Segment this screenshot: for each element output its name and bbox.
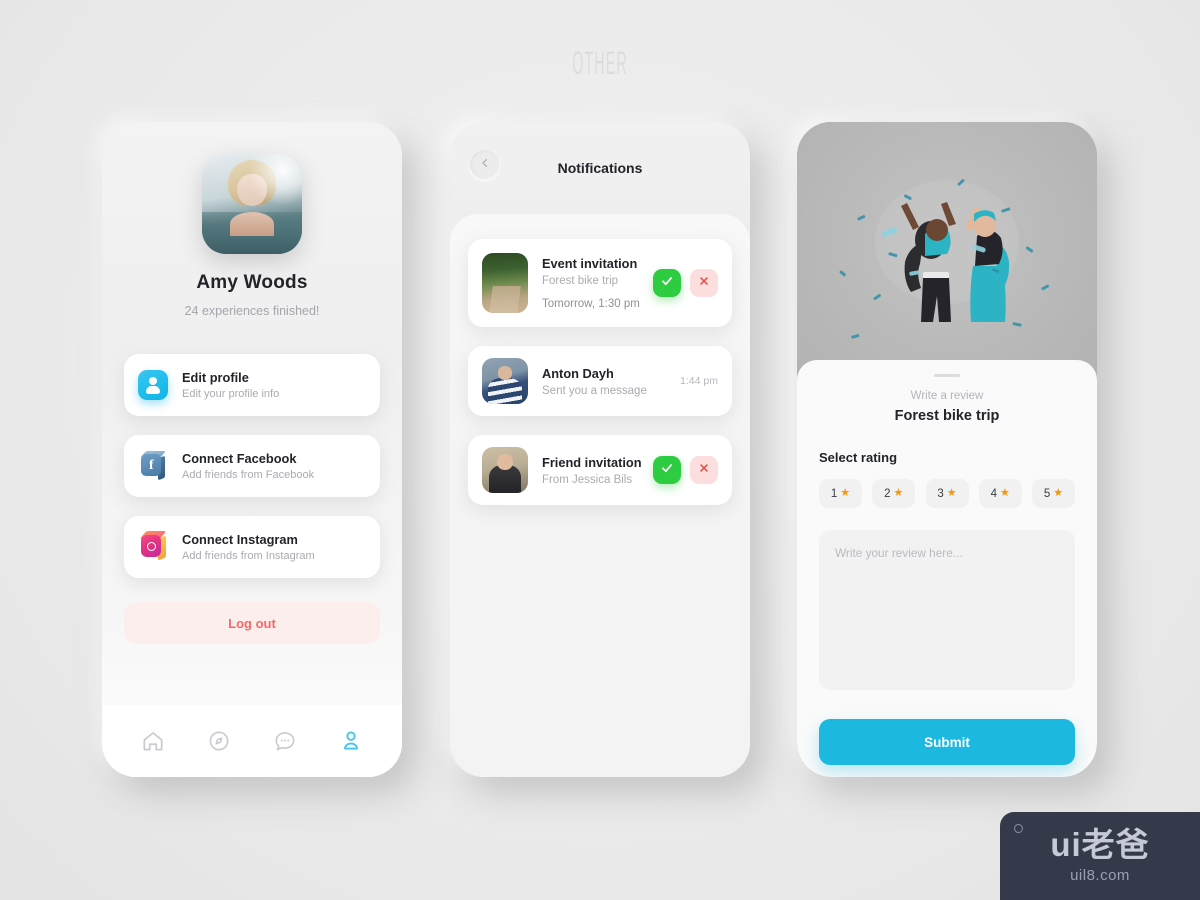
notification-row[interactable]: Event invitation Forest bike trip Tomorr… [468,239,732,327]
notification-thumbnail [482,253,528,313]
check-icon [660,274,674,293]
notification-row[interactable]: Anton Dayh Sent you a message 1:44 pm [468,346,732,416]
avatar [202,154,302,254]
check-icon [660,461,674,480]
reject-button[interactable] [690,269,718,297]
logout-button[interactable]: Log out [124,602,380,644]
notification-title: Friend invitation [542,454,642,470]
option-desc: Add friends from Facebook [182,469,315,481]
profile-options-list: Edit profile Edit your profile info f Co… [124,354,380,644]
rating-option-5[interactable]: 5 ★ [1032,479,1075,508]
reject-button[interactable] [690,456,718,484]
profile-name: Amy Woods [196,272,308,293]
notifications-header: Notifications [450,122,750,214]
notification-actions [653,456,718,484]
notification-thumbnail [482,447,528,493]
rating-option-1[interactable]: 1 ★ [819,479,862,508]
review-textarea[interactable] [819,530,1075,690]
rating-value: 2 [884,487,891,500]
star-icon: ★ [840,487,851,499]
notification-subtitle: From Jessica Bils [542,473,633,486]
star-icon: ★ [1000,487,1010,499]
page-title: OTHER [572,44,628,82]
review-bottom-sheet: Write a review Forest bike trip Select r… [797,360,1097,777]
instagram-icon [138,531,168,562]
notification-actions [653,269,718,297]
profile-subtitle: 24 experiences finished! [184,304,320,318]
rating-option-2[interactable]: 2 ★ [872,479,916,508]
close-icon [698,461,710,479]
option-desc: Edit your profile info [182,388,280,400]
nav-compass-icon[interactable] [206,728,232,754]
accept-button[interactable] [653,269,681,297]
watermark-url: uil8.com [1070,867,1130,884]
notification-time: 1:44 pm [680,375,718,387]
notification-when: Tomorrow, 1:30 pm [542,298,640,310]
star-icon: ★ [893,487,904,499]
phone-profile-screen: Amy Woods 24 experiences finished! Edit … [102,122,402,777]
submit-button[interactable]: Submit [819,719,1075,765]
notifications-title: Notifications [557,160,643,176]
phone-write-review-screen: Write a review Forest bike trip Select r… [797,122,1097,777]
rating-option-3[interactable]: 3 ★ [925,479,969,508]
notification-subtitle: Forest bike trip [542,275,619,287]
rating-option-4[interactable]: 4 ★ [978,479,1022,508]
notification-thumbnail [482,358,528,404]
nav-profile-icon[interactable] [338,728,364,754]
watermark-brand: ui老爸 [1050,826,1150,863]
review-trip-title: Forest bike trip [894,408,1000,424]
option-title: Edit profile [182,370,249,385]
notification-subtitle: Sent you a message [542,384,647,397]
option-edit-profile[interactable]: Edit profile Edit your profile info [124,354,380,416]
review-eyebrow: Write a review [910,390,984,402]
option-connect-facebook[interactable]: f Connect Facebook Add friends from Face… [124,435,380,497]
bottom-navigation [102,705,402,777]
sheet-drag-handle[interactable] [934,374,960,377]
rating-options: 1 ★ 2 ★ 3 ★ 4 ★ 5 ★ [819,479,1075,508]
option-connect-instagram[interactable]: Connect Instagram Add friends from Insta… [124,516,380,578]
star-icon: ★ [1053,487,1064,499]
rating-value: 3 [937,487,944,500]
notification-title: Anton Dayh [542,365,614,381]
rating-value: 4 [990,487,998,500]
nav-chat-bubble-icon[interactable] [272,728,298,754]
star-icon: ★ [946,487,957,499]
notification-title: Event invitation [542,256,638,271]
option-title: Connect Instagram [182,532,298,547]
option-desc: Add friends from Instagram [182,550,315,562]
notifications-list: Event invitation Forest bike trip Tomorr… [450,214,750,777]
accept-button[interactable] [653,456,681,484]
profile-header: Amy Woods 24 experiences finished! [102,122,402,337]
celebration-illustration [797,122,1097,387]
option-title: Connect Facebook [182,451,297,466]
user-profile-icon [138,370,168,400]
notification-row[interactable]: Friend invitation From Jessica Bils [468,435,732,505]
rating-value: 5 [1043,487,1051,500]
circle-icon [1014,824,1023,833]
nav-home-icon[interactable] [140,728,166,754]
rating-value: 1 [830,487,838,500]
watermark: ui老爸 uil8.com [1000,812,1200,900]
facebook-icon: f [138,451,168,481]
close-icon [698,274,710,292]
select-rating-label: Select rating [819,450,898,465]
phone-notifications-screen: Notifications Event invitation Forest bi… [450,122,750,777]
